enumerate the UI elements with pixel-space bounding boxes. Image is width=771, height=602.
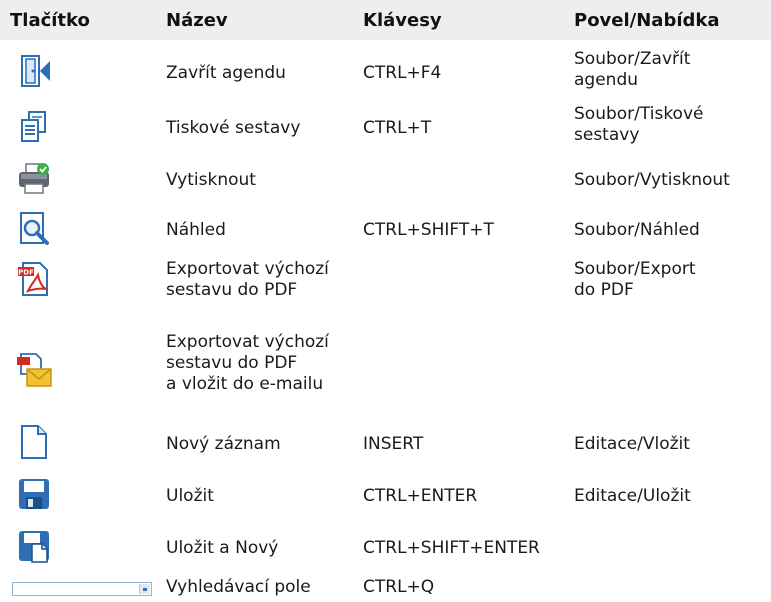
- row-keys: INSERT: [363, 434, 424, 454]
- row-keys: CTRL+SHIFT+T: [363, 220, 494, 240]
- table-row: Nový záznam INSERT Editace/Vložit: [0, 422, 771, 466]
- table-row: Zavřít agendu CTRL+F4 Soubor/Zavřít agen…: [0, 47, 771, 99]
- search-dropdown-icon[interactable]: [139, 584, 150, 594]
- row-name: Náhled: [166, 220, 226, 240]
- table-row: Tiskové sestavy CTRL+T Soubor/Tiskové se…: [0, 104, 771, 156]
- header-name: Název: [166, 10, 228, 31]
- row-keys: CTRL+SHIFT+ENTER: [363, 538, 540, 558]
- row-keys: CTRL+ENTER: [363, 486, 478, 506]
- close-agenda-icon[interactable]: [16, 53, 52, 89]
- row-name: Nový záznam: [166, 434, 281, 454]
- printer-icon[interactable]: [16, 160, 52, 196]
- row-name: Tiskové sestavy: [166, 118, 301, 138]
- search-field[interactable]: [12, 582, 152, 596]
- table-row: Uložit a Nový CTRL+SHIFT+ENTER: [0, 526, 771, 570]
- row-keys: CTRL+F4: [363, 63, 442, 83]
- row-name: Zavřít agendu: [166, 63, 286, 83]
- table-header: Tlačítko Název Klávesy Povel/Nabídka: [0, 0, 771, 40]
- row-name: Uložit a Nový: [166, 538, 279, 558]
- row-command: Editace/Uložit: [574, 486, 691, 506]
- row-command: Soubor/Náhled: [574, 220, 700, 240]
- row-command: Soubor/Zavřít agendu: [574, 49, 691, 90]
- row-name: Uložit: [166, 486, 214, 506]
- row-command: Soubor/Vytisknout: [574, 170, 730, 190]
- print-preview-icon[interactable]: [16, 211, 52, 247]
- header-button: Tlačítko: [10, 10, 90, 31]
- row-name: Exportovat výchozí sestavu do PDF a vlož…: [166, 332, 329, 394]
- new-record-icon[interactable]: [16, 424, 52, 460]
- save-and-new-icon[interactable]: [16, 528, 52, 564]
- row-name: Exportovat výchozí sestavu do PDF: [166, 259, 329, 300]
- header-keys: Klávesy: [363, 10, 442, 31]
- row-command: Soubor/Tiskové sestavy: [574, 104, 704, 145]
- table-row: Vytisknout Soubor/Vytisknout: [0, 158, 771, 202]
- row-name: Vyhledávací pole: [166, 577, 311, 597]
- row-command: Soubor/Export do PDF: [574, 259, 696, 300]
- save-icon[interactable]: [16, 476, 52, 512]
- row-keys: CTRL+T: [363, 118, 432, 138]
- row-name: Vytisknout: [166, 170, 256, 190]
- pdf-email-icon[interactable]: [16, 352, 52, 388]
- row-command: Editace/Vložit: [574, 434, 690, 454]
- svg-text:PDF: PDF: [18, 269, 34, 277]
- table-row: Exportovat výchozí sestavu do PDF a vlož…: [0, 330, 771, 408]
- header-command: Povel/Nabídka: [574, 10, 720, 31]
- print-reports-icon[interactable]: [16, 109, 52, 145]
- table-row: Náhled CTRL+SHIFT+T Soubor/Náhled: [0, 208, 771, 252]
- table-row: Uložit CTRL+ENTER Editace/Uložit: [0, 474, 771, 518]
- pdf-export-icon[interactable]: PDF: [16, 261, 52, 297]
- table-row: PDF Exportovat výchozí sestavu do PDF So…: [0, 257, 771, 319]
- table-row: Vyhledávací pole CTRL+Q: [0, 576, 771, 602]
- row-keys: CTRL+Q: [363, 577, 435, 597]
